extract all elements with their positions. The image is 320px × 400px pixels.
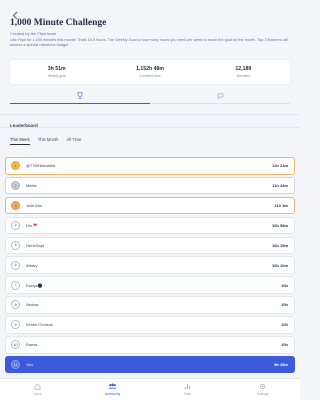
- rank-badge: 4: [11, 220, 20, 230]
- challenge-description: Use Flipd for 1,000 minutes this month! …: [10, 38, 289, 47]
- nav-settings[interactable]: Settings: [225, 379, 300, 400]
- trophy-icon: [77, 92, 83, 99]
- stat-label: Combined time: [139, 74, 161, 78]
- member-name: @77691fdnddler: [26, 163, 56, 169]
- rank-badge: 1: [11, 161, 20, 171]
- table-row[interactable]: 1 @77691fdnddler 12h 23m: [5, 157, 295, 175]
- stat-value: 12,189: [235, 66, 252, 72]
- member-time: 10h: [281, 322, 288, 328]
- leaderboard-view-tab[interactable]: [10, 88, 150, 104]
- member-name: Donya🌑: [26, 282, 43, 288]
- member-name: Nedow: [26, 302, 39, 308]
- community-icon: [108, 383, 117, 390]
- member-time: 11h 3m: [274, 203, 288, 209]
- leaderboard-list: 1 @77691fdnddler 12h 23m 2 Meike 11h 43m…: [5, 157, 295, 376]
- tab-all-time[interactable]: All Time: [66, 137, 81, 145]
- member-time: 10h: [281, 282, 288, 288]
- member-name: Athary: [26, 262, 38, 268]
- stat-combined-time: 1,152h 48m Combined time: [103, 60, 196, 84]
- stats-card: 3h 51m Weekly goal 1,152h 48m Combined t…: [10, 60, 290, 84]
- tab-this-week[interactable]: This Week: [10, 137, 30, 145]
- rank-badge: 8: [11, 300, 20, 310]
- member-time: 9h 45m: [274, 362, 288, 368]
- table-row[interactable]: 9 Kirstin Cholsos 10h: [5, 316, 295, 334]
- rank-badge: 6: [11, 260, 20, 270]
- member-time: 10h 15m: [271, 242, 288, 248]
- nav-label: community: [104, 391, 121, 396]
- table-row[interactable]: 5 HeHrSinjd 10h 15m: [5, 236, 295, 255]
- leaderboard-header-band: [0, 114, 300, 128]
- member-time: 10h: [281, 302, 288, 308]
- nav-label: Home: [33, 391, 42, 396]
- table-row[interactable]: 8 Nedow 10h: [5, 296, 295, 314]
- stat-value: 1,152h 48m: [136, 66, 164, 72]
- member-name: Kirstin Cholsos: [26, 322, 53, 328]
- table-row[interactable]: 7 Donya🌑 10h: [5, 276, 295, 294]
- chat-view-tab[interactable]: [150, 88, 290, 104]
- nav-label: Stats: [183, 391, 192, 396]
- current-user-row[interactable]: 11 You 9h 45m: [5, 355, 295, 374]
- nav-community[interactable]: community: [75, 379, 150, 400]
- rank-badge: 5: [11, 240, 20, 250]
- member-name: Ramis: [26, 342, 38, 348]
- rank-badge: 3: [11, 201, 20, 211]
- nav-stats[interactable]: Stats: [150, 379, 225, 400]
- member-name: You: [26, 362, 33, 368]
- view-switcher: [10, 88, 290, 104]
- leaderboard-title: Leaderboard: [10, 123, 38, 128]
- member-time: 12h 23m: [271, 163, 288, 169]
- rank-badge: 2: [11, 181, 20, 191]
- stat-members: 12,189 Members: [197, 60, 290, 84]
- bottom-nav: Home community Stats Settings: [0, 378, 300, 400]
- nav-label: Settings: [256, 391, 269, 396]
- stat-label: Members: [236, 74, 250, 78]
- page-title: 1,000 Minute Challenge: [10, 18, 107, 28]
- member-name: Julie Ann: [26, 203, 43, 209]
- period-tabs: This Week This Month All Time: [10, 137, 81, 145]
- rank-badge: 9: [11, 320, 20, 330]
- member-time: 10h: [281, 342, 288, 348]
- table-row[interactable]: 6 Athary 10h 10m: [5, 256, 295, 274]
- chat-bubble-icon: [217, 93, 223, 99]
- home-icon: [34, 383, 41, 390]
- member-time: 11h 43m: [272, 183, 288, 189]
- stat-label: Weekly goal: [48, 74, 66, 78]
- member-time: 10h 10m: [271, 262, 288, 268]
- creator-label: Created by the Flipd team: [10, 31, 57, 36]
- member-name: Meike: [26, 183, 37, 189]
- table-row[interactable]: 4 Lilo 🚩 10h 58m: [5, 216, 295, 235]
- rank-badge: 7: [11, 280, 20, 290]
- nav-home[interactable]: Home: [0, 379, 75, 400]
- member-time: 10h 58m: [271, 222, 288, 228]
- tab-this-month[interactable]: This Month: [38, 137, 59, 145]
- stats-icon: [184, 384, 191, 390]
- stat-value: 3h 51m: [47, 66, 66, 72]
- stat-weekly-goal: 3h 51m Weekly goal: [10, 60, 103, 84]
- rank-badge: 10: [11, 340, 20, 350]
- settings-icon: [259, 384, 266, 390]
- table-row[interactable]: 10 Ramis 10h: [5, 336, 295, 354]
- member-name: HeHrSinjd: [26, 242, 45, 248]
- rank-badge: 11: [11, 360, 20, 370]
- table-row[interactable]: 2 Meike 11h 43m: [5, 176, 295, 195]
- table-row[interactable]: 3 Julie Ann 11h 3m: [5, 196, 295, 215]
- member-name: Lilo 🚩: [26, 222, 39, 228]
